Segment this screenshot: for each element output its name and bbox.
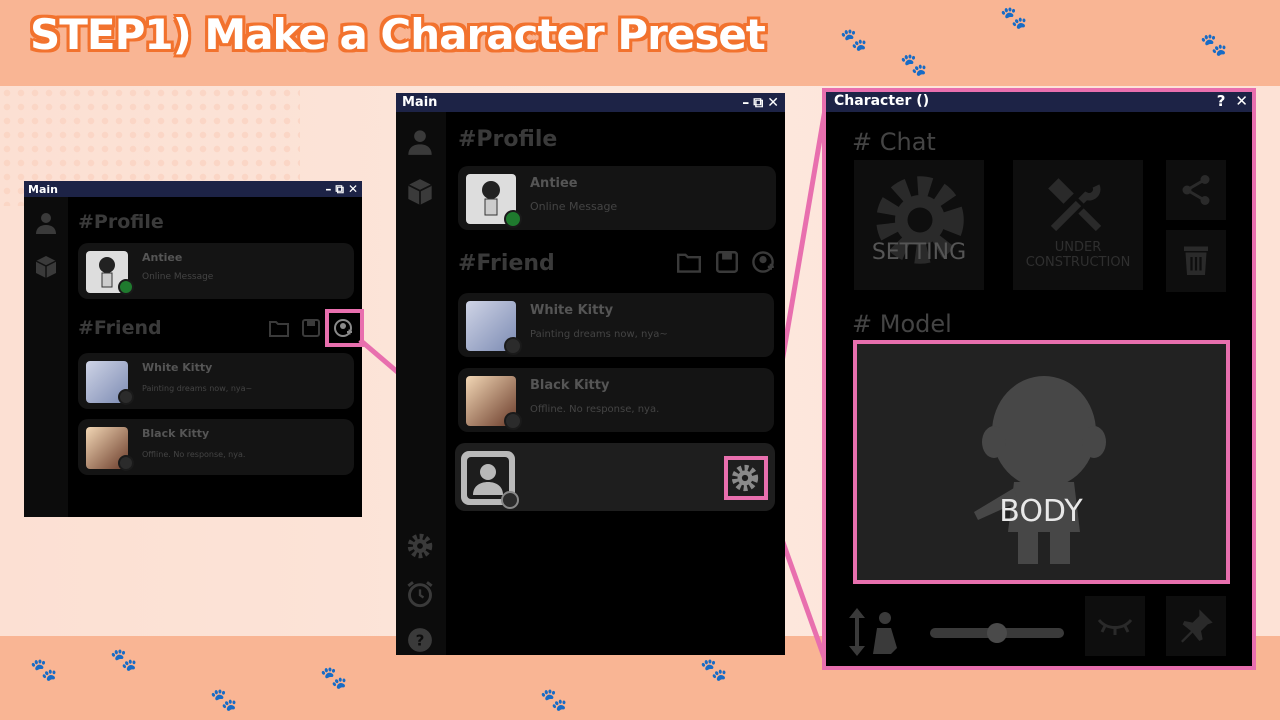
add-user-icon[interactable] bbox=[750, 249, 776, 275]
sidebar: ? bbox=[396, 112, 446, 655]
titlebar[interactable]: Main – ⧉ ✕ bbox=[396, 93, 785, 112]
friend-card[interactable]: White Kitty Painting dreams now, nya~ bbox=[458, 293, 774, 357]
user-icon[interactable] bbox=[404, 126, 436, 158]
window-title: Main bbox=[402, 95, 438, 110]
main-window-large: Main – ⧉ ✕ ? #Profile Antiee Online Mess… bbox=[396, 93, 785, 655]
friend-status: Offline. No response, nya. bbox=[530, 404, 660, 415]
profile-heading: #Profile bbox=[458, 127, 558, 152]
minimize-icon[interactable]: – bbox=[742, 95, 749, 111]
offline-indicator bbox=[504, 337, 522, 355]
offline-indicator bbox=[501, 491, 519, 509]
close-icon[interactable]: ✕ bbox=[767, 95, 779, 111]
friend-status: Painting dreams now, nya~ bbox=[530, 329, 668, 340]
friend-name: White Kitty bbox=[530, 303, 614, 318]
offline-indicator bbox=[504, 412, 522, 430]
online-indicator bbox=[504, 210, 522, 228]
profile-card[interactable]: Antiee Online Message bbox=[458, 166, 776, 230]
gear-icon[interactable] bbox=[404, 530, 436, 562]
folder-icon[interactable] bbox=[676, 249, 702, 275]
profile-name: Antiee bbox=[530, 176, 578, 191]
profile-status: Online Message bbox=[530, 200, 618, 213]
save-icon[interactable] bbox=[714, 249, 740, 275]
popout-icon[interactable]: ⧉ bbox=[753, 95, 763, 111]
help-icon[interactable]: ? bbox=[404, 624, 436, 655]
highlight-box bbox=[724, 456, 768, 500]
box-icon[interactable] bbox=[404, 176, 436, 208]
friend-name: Black Kitty bbox=[530, 378, 610, 393]
friend-heading: #Friend bbox=[458, 251, 555, 276]
friend-card[interactable]: Black Kitty Offline. No response, nya. bbox=[458, 368, 774, 432]
alarm-icon[interactable] bbox=[404, 578, 436, 610]
svg-text:?: ? bbox=[416, 631, 425, 649]
highlight-box bbox=[853, 340, 1230, 584]
